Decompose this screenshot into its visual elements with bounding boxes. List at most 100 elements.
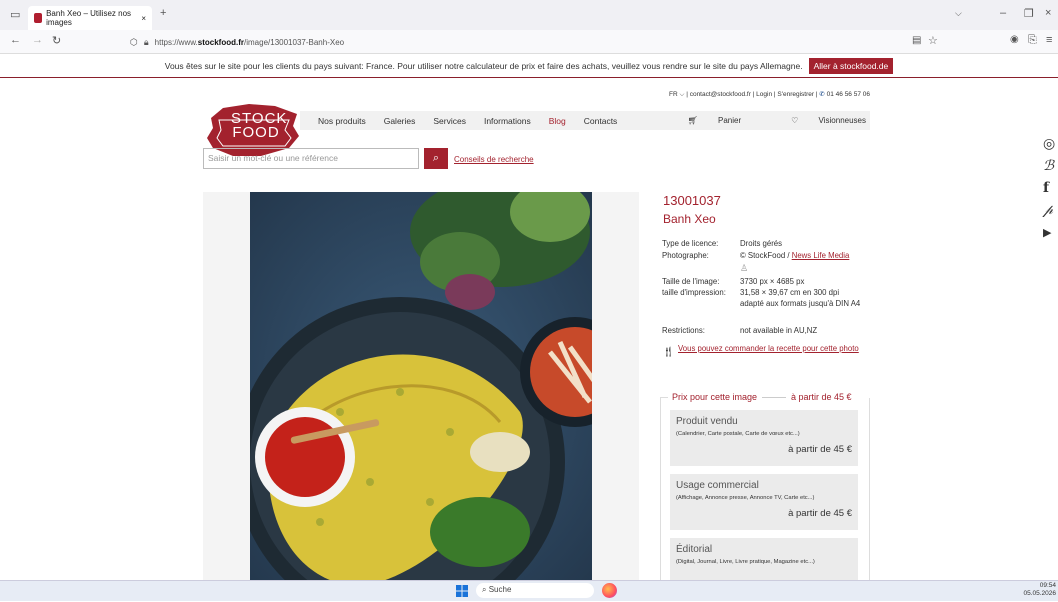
tab-title: Banh Xeo – Utilisez nos images xyxy=(46,9,132,27)
url-domain: stockfood.fr xyxy=(197,37,245,47)
taskbar-search[interactable]: ⌕ Suche xyxy=(476,583,594,598)
price-card-subtitle: (Affichage, Annonce presse, Annonce TV, … xyxy=(676,495,815,501)
viewer-label: Visionneuses xyxy=(818,116,866,125)
login-link[interactable]: Login xyxy=(756,91,772,98)
fork-knife-icon: 🍴︎ xyxy=(662,347,675,358)
search-icon: ⌕ xyxy=(482,585,487,594)
cart-label: Panier xyxy=(718,116,742,125)
new-tab-icon[interactable]: + xyxy=(160,7,166,19)
main-nav: Nos produits Galeries Services Informati… xyxy=(300,111,870,130)
cart-button[interactable]: 🛒︎ Panier xyxy=(670,116,742,125)
back-icon[interactable]: ← xyxy=(10,34,21,46)
image-id: 13001037 xyxy=(663,193,721,208)
viewer-button[interactable]: ♡ Visionneuses xyxy=(773,116,866,125)
reader-view-icon[interactable]: ▤ xyxy=(912,35,921,46)
go-to-stockfood-de-button[interactable]: Aller à stockfood.de xyxy=(808,57,894,74)
search-tips-link[interactable]: Conseils de recherche xyxy=(454,155,534,164)
contact-email-link[interactable]: contact@stockfood.fr xyxy=(690,91,751,98)
search-button[interactable]: ⌕ xyxy=(424,148,448,169)
clock-time: 09:54 xyxy=(1039,582,1056,589)
youtube-icon[interactable]: ▶ xyxy=(1043,226,1051,239)
chevron-down-icon: ⌵ xyxy=(679,91,685,98)
price-card-subtitle: (Calendrier, Carte postale, Carte de vœu… xyxy=(676,431,800,437)
price-card-commercial[interactable]: Usage commercial (Affichage, Annonce pre… xyxy=(670,474,858,530)
price-card-subtitle: (Digital, Journal, Livre, Livre pratique… xyxy=(676,559,815,565)
cart-icon: 🛒︎ xyxy=(687,116,698,125)
menu-icon[interactable]: ≡ xyxy=(1046,34,1052,46)
url-field[interactable]: ⬡ 🔒︎ https://www.stockfood.fr/image/1300… xyxy=(130,33,900,51)
reload-icon[interactable]: ↻ xyxy=(52,34,61,47)
nav-services[interactable]: Services xyxy=(433,116,466,126)
image-size-value: 3730 px × 4685 px xyxy=(740,277,805,286)
clock-date: 05.05.2026 xyxy=(1023,590,1056,597)
price-card-price: à partir de 45 € xyxy=(788,444,852,455)
price-card-title: Usage commercial xyxy=(676,480,759,491)
price-card-product[interactable]: Produit vendu (Calendrier, Carte postale… xyxy=(670,410,858,466)
pricing-divider-mid xyxy=(762,397,786,398)
windows-start-icon[interactable] xyxy=(456,584,468,597)
pinterest-icon[interactable]: 𝓅 xyxy=(1043,202,1053,218)
instagram-icon[interactable]: ◎ xyxy=(1043,136,1055,152)
recipe-link-text: Vous pouvez commander la recette pour ce… xyxy=(678,344,859,353)
facebook-icon[interactable]: f xyxy=(1043,180,1049,196)
url-prefix: https://www. xyxy=(154,37,198,47)
stockfood-favicon-icon xyxy=(34,13,43,23)
price-card-title: Éditorial xyxy=(676,544,713,555)
nav-contacts[interactable]: Contacts xyxy=(584,116,618,126)
firefox-icon[interactable] xyxy=(602,583,617,598)
search-input[interactable]: Saisir un mot-clé ou une référence xyxy=(203,148,419,169)
shield-icon: ⬡ xyxy=(130,36,138,47)
price-card-price: à partir de 45 € xyxy=(788,508,852,519)
address-bar-row: ← → ↻ ⬡ 🔒︎ https://www.stockfood.fr/imag… xyxy=(0,30,1058,54)
behance-icon[interactable]: ℬ xyxy=(1043,158,1054,174)
restrictions-value: not available in AU,NZ xyxy=(740,326,818,335)
nav-informations[interactable]: Informations xyxy=(484,116,531,126)
language-select[interactable]: FR xyxy=(669,91,678,98)
license-type-label: Type de licence: xyxy=(662,239,719,248)
phone-icon: ✆ xyxy=(819,91,825,98)
photographer-label: Photographe: xyxy=(662,251,709,260)
bookmark-star-icon[interactable]: ☆ xyxy=(928,34,938,47)
minimize-icon[interactable]: – xyxy=(1000,7,1006,19)
close-tab-icon[interactable]: × xyxy=(141,14,146,23)
pricing-divider-left xyxy=(660,397,668,398)
nav-galeries[interactable]: Galeries xyxy=(384,116,416,126)
restore-icon[interactable]: ❐ xyxy=(1024,7,1034,20)
photographer-value: © StockFood / News Life Media xyxy=(740,251,865,262)
lock-icon: 🔒︎ xyxy=(143,36,149,47)
print-size-value: 31,58 × 39,67 cm en 300 dpi adapté aux f… xyxy=(740,288,861,308)
photographer-link[interactable]: News Life Media xyxy=(792,251,850,260)
product-photo[interactable] xyxy=(250,192,592,587)
user-icon: ♙ xyxy=(740,263,749,273)
tab-list-icon[interactable]: ▭ xyxy=(10,8,20,21)
banner-text: Vous êtes sur le site pour les clients d… xyxy=(164,60,803,71)
phone-number: 01 46 56 57 06 xyxy=(826,91,870,98)
recipe-link[interactable]: Vous pouvez commander la recette pour ce… xyxy=(678,344,868,354)
price-card-editorial[interactable]: Éditorial (Digital, Journal, Livre, Livr… xyxy=(670,538,858,580)
print-size-label: taille d'impression: xyxy=(662,288,726,297)
search-icon: ⌕ xyxy=(432,152,440,164)
system-clock[interactable]: 09:54 05.05.2026 xyxy=(1023,582,1056,598)
heart-icon: ♡ xyxy=(791,116,799,125)
license-type-value: Droits gérés xyxy=(740,239,783,248)
country-banner: Vous êtes sur le site pour les clients d… xyxy=(0,54,1058,78)
image-size-label: Taille de l'image: xyxy=(662,277,720,286)
extensions-icon[interactable]: ⎘ xyxy=(1028,34,1037,47)
pricing-heading-price: à partir de 45 € xyxy=(791,392,852,402)
register-link[interactable]: S'enregistrer xyxy=(777,91,814,98)
photographer-credit: © StockFood / xyxy=(740,251,792,260)
nav-blog[interactable]: Blog xyxy=(549,116,566,126)
account-icon[interactable]: ◉ xyxy=(1010,34,1019,45)
price-card-title: Produit vendu xyxy=(676,416,738,427)
chevron-down-icon[interactable]: ⌵ xyxy=(955,8,962,19)
logo-text-food: FOOD xyxy=(232,124,280,141)
nav-nos-produits[interactable]: Nos produits xyxy=(318,116,366,126)
pricing-heading: Prix pour cette image xyxy=(672,392,758,402)
url-path: /image/13001037-Banh-Xeo xyxy=(244,37,345,47)
taskbar-search-label: Suche xyxy=(488,585,512,594)
forward-icon[interactable]: → xyxy=(32,34,43,46)
close-window-icon[interactable]: × xyxy=(1045,7,1051,19)
browser-tab-bar: ▭ Banh Xeo – Utilisez nos images × + ⌵ –… xyxy=(0,0,1058,30)
restrictions-label: Restrictions: xyxy=(662,326,705,335)
browser-tab[interactable]: Banh Xeo – Utilisez nos images × xyxy=(28,6,152,30)
